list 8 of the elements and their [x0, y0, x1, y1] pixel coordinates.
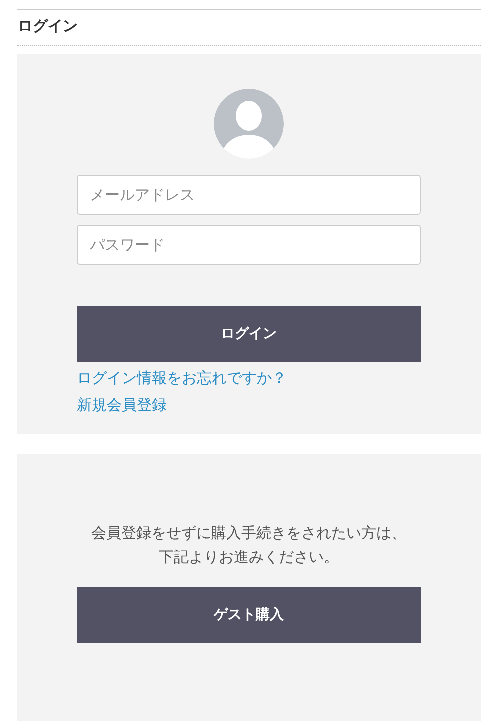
guest-message-line: 会員登録をせずに購入手続きをされたい方は、 — [92, 524, 406, 544]
input-field[interactable]: パスワード — [77, 225, 421, 265]
login-button[interactable]: ログイン — [77, 306, 421, 362]
avatar-icon — [214, 89, 284, 159]
input-field[interactable]: メールアドレス — [77, 175, 421, 215]
guest-message-line: 下記よりお進みください。 — [159, 548, 339, 568]
page-heading: ログイン — [17, 17, 79, 37]
guest-purchase-button[interactable]: ゲスト購入 — [77, 587, 421, 643]
